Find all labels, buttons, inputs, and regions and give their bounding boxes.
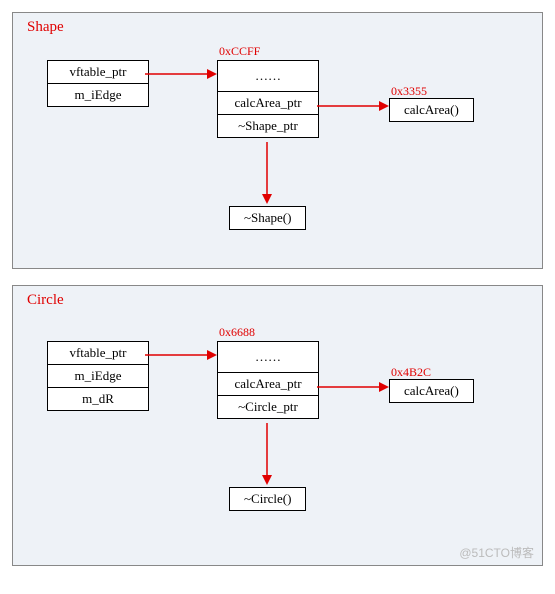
shape-vtable-addr: 0xCCFF	[219, 44, 260, 59]
fn-label: calcArea()	[404, 102, 459, 117]
shape-calcarea-box: calcArea()	[389, 98, 474, 122]
fn-label: ~Shape()	[244, 210, 291, 225]
cell: vftable_ptr	[48, 342, 149, 365]
arrow-icon	[145, 349, 217, 361]
shape-title: Shape	[27, 19, 528, 36]
circle-vtable: …… calcArea_ptr ~Circle_ptr	[217, 341, 319, 419]
shape-panel: Shape vftable_ptr m_iEdge 0xCCFF …… calc…	[12, 12, 543, 269]
arrow-icon	[317, 381, 389, 393]
cell: calcArea_ptr	[218, 373, 319, 396]
arrow-icon	[261, 423, 273, 485]
cell: m_iEdge	[48, 365, 149, 388]
circle-calcarea-box: calcArea()	[389, 379, 474, 403]
shape-fn1-addr: 0x3355	[391, 84, 427, 99]
cell: ……	[218, 342, 319, 373]
circle-panel: Circle vftable_ptr m_iEdge m_dR 0x6688 ……	[12, 285, 543, 566]
cell: m_iEdge	[48, 84, 149, 107]
cell: m_dR	[48, 388, 149, 411]
arrow-icon	[145, 68, 217, 80]
fn-label: ~Circle()	[244, 491, 291, 506]
arrow-icon	[317, 100, 389, 112]
circle-fn1-addr: 0x4B2C	[391, 365, 431, 380]
cell: vftable_ptr	[48, 61, 149, 84]
shape-vtable: …… calcArea_ptr ~Shape_ptr	[217, 60, 319, 138]
cell: ~Circle_ptr	[218, 396, 319, 419]
cell: ~Shape_ptr	[218, 115, 319, 138]
circle-dtor-box: ~Circle()	[229, 487, 306, 511]
shape-object-table: vftable_ptr m_iEdge	[47, 60, 149, 107]
cell: ……	[218, 61, 319, 92]
circle-vtable-addr: 0x6688	[219, 325, 255, 340]
watermark: @51CTO博客	[459, 544, 534, 561]
fn-label: calcArea()	[404, 383, 459, 398]
arrow-icon	[261, 142, 273, 204]
cell: calcArea_ptr	[218, 92, 319, 115]
circle-title: Circle	[27, 292, 528, 309]
circle-object-table: vftable_ptr m_iEdge m_dR	[47, 341, 149, 411]
shape-dtor-box: ~Shape()	[229, 206, 306, 230]
